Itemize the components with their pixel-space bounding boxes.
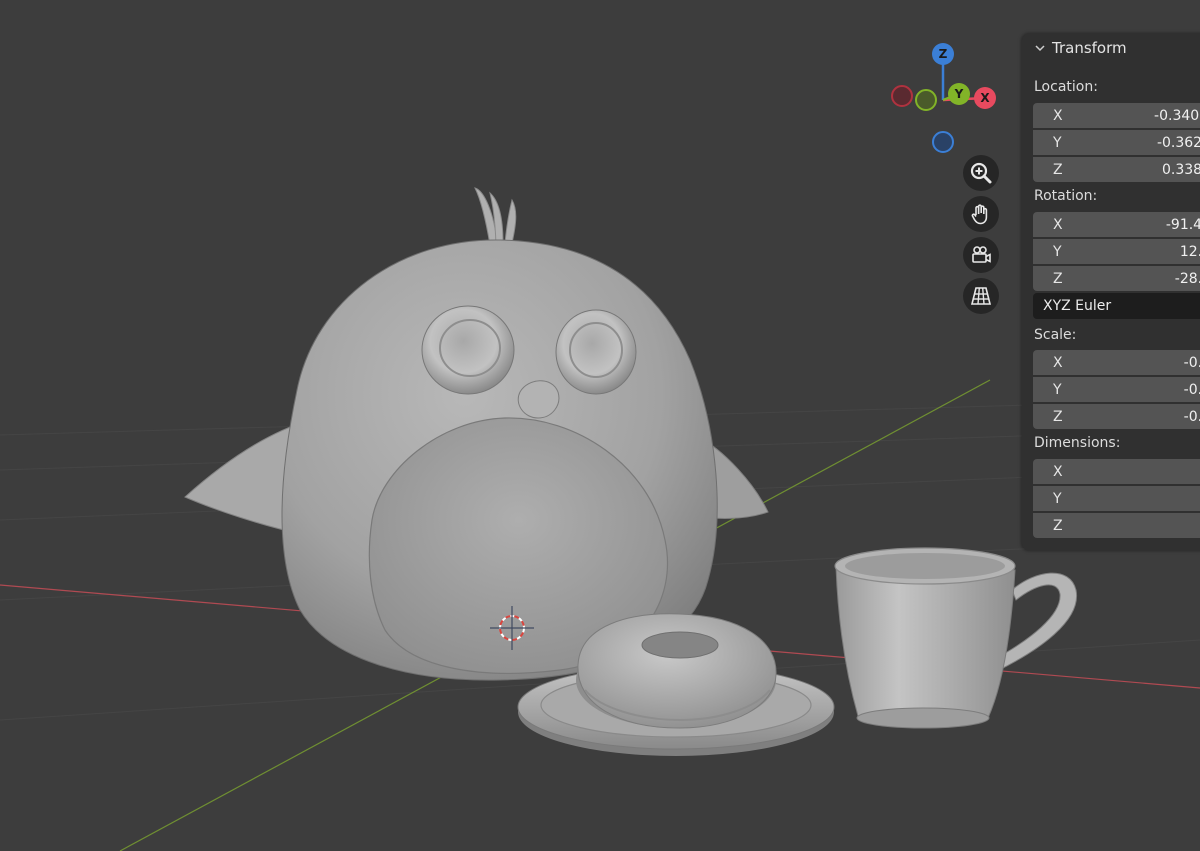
location-y-field[interactable]: Y -0.3624 bbox=[1033, 130, 1200, 155]
transform-panel-header[interactable]: Transform bbox=[1022, 33, 1200, 63]
gizmo-neg-z-ball[interactable] bbox=[932, 131, 954, 153]
field-value: 12.1 bbox=[1179, 243, 1200, 260]
field-value: -0.5 bbox=[1183, 381, 1200, 398]
location-fields: X -0.34052 Y -0.3624 Z 0.3382 bbox=[1033, 103, 1200, 182]
scale-z-field[interactable]: Z -0.5 bbox=[1033, 404, 1200, 429]
scale-fields: X -0.7 Y -0.5 Z -0.5 bbox=[1033, 350, 1200, 429]
field-value: -0.34052 bbox=[1154, 107, 1200, 124]
field-value: -0.3624 bbox=[1156, 134, 1200, 151]
field-axis-label: Z bbox=[1053, 270, 1063, 287]
field-axis-label: X bbox=[1053, 216, 1063, 233]
rotation-label: Rotation: bbox=[1034, 188, 1098, 204]
field-value: 0.3382 bbox=[1162, 161, 1200, 178]
rotation-x-field[interactable]: X -91.48 bbox=[1033, 212, 1200, 237]
field-axis-label: X bbox=[1053, 354, 1063, 371]
scale-x-field[interactable]: X -0.7 bbox=[1033, 350, 1200, 375]
gizmo-x-ball[interactable]: X bbox=[974, 87, 996, 109]
scale-y-field[interactable]: Y -0.5 bbox=[1033, 377, 1200, 402]
field-axis-label: Y bbox=[1053, 381, 1062, 398]
zoom-button[interactable] bbox=[963, 155, 999, 191]
location-x-field[interactable]: X -0.34052 bbox=[1033, 103, 1200, 128]
perspective-toggle-button[interactable] bbox=[963, 278, 999, 314]
gizmo-neg-y-ball[interactable] bbox=[915, 89, 937, 111]
chevron-down-icon bbox=[1035, 45, 1045, 52]
rotation-y-field[interactable]: Y 12.1 bbox=[1033, 239, 1200, 264]
rotation-z-field[interactable]: Z -28.6 bbox=[1033, 266, 1200, 291]
field-value: -0.5 bbox=[1183, 408, 1200, 425]
dimensions-x-field[interactable]: X bbox=[1033, 459, 1200, 484]
field-axis-label: Z bbox=[1053, 517, 1063, 534]
transform-panel: Transform Location: X -0.34052 Y -0.3624… bbox=[1022, 33, 1200, 551]
gizmo-neg-x-ball[interactable] bbox=[891, 85, 913, 107]
dimensions-label: Dimensions: bbox=[1034, 435, 1121, 451]
zoom-icon bbox=[970, 162, 992, 184]
dimensions-y-field[interactable]: Y bbox=[1033, 486, 1200, 511]
transform-panel-title: Transform bbox=[1052, 39, 1127, 57]
scene-render bbox=[0, 187, 1200, 851]
field-value: -0.7 bbox=[1183, 354, 1200, 371]
bird-tuft bbox=[474, 187, 517, 246]
pan-button[interactable] bbox=[963, 196, 999, 232]
camera-view-button[interactable] bbox=[963, 237, 999, 273]
field-axis-label: Y bbox=[1053, 134, 1062, 151]
cup bbox=[834, 547, 1016, 729]
dimensions-fields: X Y Z bbox=[1033, 459, 1200, 538]
field-value: -28.6 bbox=[1174, 270, 1200, 287]
location-z-field[interactable]: Z 0.3382 bbox=[1033, 157, 1200, 182]
rotation-mode-value: XYZ Euler bbox=[1043, 298, 1112, 314]
gizmo-y-ball[interactable]: Y bbox=[948, 83, 970, 105]
location-label: Location: bbox=[1034, 79, 1098, 95]
field-axis-label: Z bbox=[1053, 408, 1063, 425]
navigation-gizmo[interactable]: Z Y X bbox=[886, 40, 1002, 156]
scale-label: Scale: bbox=[1034, 327, 1077, 343]
field-axis-label: Y bbox=[1053, 490, 1062, 507]
perspective-grid-icon bbox=[970, 287, 992, 305]
field-axis-label: Y bbox=[1053, 243, 1062, 260]
bird-beak bbox=[517, 380, 560, 419]
rotation-fields: X -91.48 Y 12.1 Z -28.6 bbox=[1033, 212, 1200, 291]
field-axis-label: Z bbox=[1053, 161, 1063, 178]
hand-pan-icon bbox=[971, 204, 988, 225]
field-axis-label: X bbox=[1053, 463, 1063, 480]
rotation-mode-dropdown[interactable]: XYZ Euler bbox=[1033, 293, 1200, 319]
3d-viewport[interactable] bbox=[0, 0, 1200, 851]
donut bbox=[576, 613, 777, 729]
camera-view-icon bbox=[972, 246, 991, 263]
field-axis-label: X bbox=[1053, 107, 1063, 124]
field-value: -91.48 bbox=[1165, 216, 1200, 233]
dimensions-z-field[interactable]: Z bbox=[1033, 513, 1200, 538]
gizmo-z-ball[interactable]: Z bbox=[932, 43, 954, 65]
